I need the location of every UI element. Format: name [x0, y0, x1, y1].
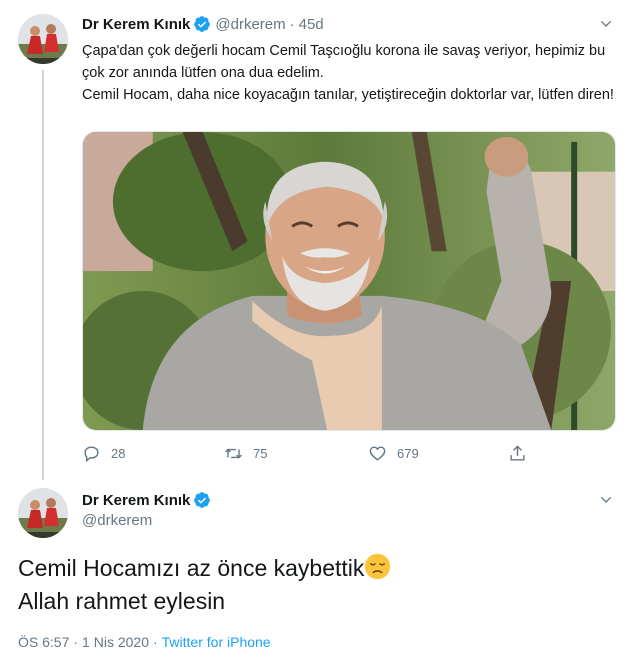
reply-tweet-text: Cemil Hocamızı az önce kaybettik Allah r… [18, 552, 618, 618]
separator-dot: · [289, 15, 295, 33]
tweet-photo[interactable] [82, 131, 616, 431]
share-button[interactable] [508, 442, 537, 464]
disappointed-face-emoji [364, 553, 391, 580]
like-button[interactable]: 679 [368, 442, 419, 464]
tweet-date[interactable]: 1 Nis 2020 [82, 634, 149, 650]
tweet-source-link[interactable]: Twitter for iPhone [162, 634, 271, 650]
thread-line [42, 70, 44, 480]
retweet-button[interactable]: 75 [224, 442, 267, 464]
tweet-text-line-1: Cemil Hocamızı az önce kaybettik [18, 555, 365, 581]
author-name[interactable]: Dr Kerem Kınık [82, 492, 190, 509]
heart-icon [369, 445, 386, 461]
tweet[interactable]: Dr Kerem Kınık @drkerem · 45d Çapa'dan ç… [0, 0, 640, 480]
retweet-count: 75 [253, 445, 268, 461]
separator-dot: · [73, 634, 79, 650]
tweet-text-line: Çapa'dan çok değerli hocam Cemil Taşcıoğ… [82, 43, 606, 81]
retweet-icon [225, 448, 242, 458]
chevron-down-icon[interactable] [598, 492, 614, 508]
share-icon [510, 444, 525, 461]
tweet-text-line-2: Allah rahmet eylesin [18, 588, 226, 614]
avatar[interactable] [18, 14, 68, 64]
tweet-time[interactable]: ÖS 6:57 [18, 634, 69, 650]
tweet-text-line: Cemil Hocam, daha nice koyacağın tanılar… [82, 87, 614, 103]
tweet-header: Dr Kerem Kınık @drkerem · 45d [82, 14, 324, 34]
reply-count: 28 [111, 445, 126, 461]
reply-button[interactable]: 28 [82, 442, 125, 464]
verified-badge-icon [193, 491, 211, 509]
author-handle[interactable]: @drkerem [82, 512, 152, 529]
reply-icon [84, 445, 99, 462]
tweet-timestamp[interactable]: 45d [299, 16, 324, 33]
reply-tweet[interactable]: Dr Kerem Kınık @drkerem Cemil Hocamızı a… [0, 478, 640, 664]
author-handle[interactable]: @drkerem [215, 16, 285, 33]
tweet-meta: ÖS 6:57 · 1 Nis 2020 · Twitter for iPhone [18, 634, 271, 650]
author-name-row: Dr Kerem Kınık [82, 490, 215, 510]
separator-dot: · [152, 634, 158, 650]
author-name[interactable]: Dr Kerem Kınık [82, 16, 190, 33]
chevron-down-icon[interactable] [598, 16, 614, 32]
like-count: 679 [397, 445, 419, 461]
tweet-actions: 28 75 679 [82, 442, 532, 464]
verified-badge-icon [193, 15, 211, 33]
avatar[interactable] [18, 488, 68, 538]
tweet-text: Çapa'dan çok değerli hocam Cemil Taşcıoğ… [82, 40, 622, 106]
tweet-text-line: Cemil Hocamızı az önce kaybettik [18, 552, 618, 585]
